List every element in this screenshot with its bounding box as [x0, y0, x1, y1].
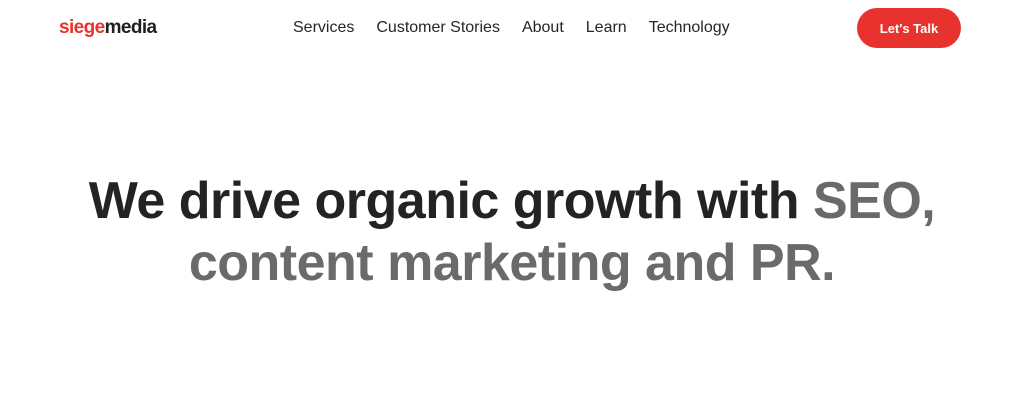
hero-headline-line2: content marketing and PR.	[188, 234, 836, 292]
nav-services[interactable]: Services	[293, 17, 354, 39]
siegemedia-logo[interactable]: siegemedia	[59, 17, 157, 39]
logo-part-siege: siege	[59, 17, 105, 38]
site-header: siegemedia Services Customer Stories Abo…	[0, 0, 1024, 56]
lets-talk-button[interactable]: Let's Talk	[857, 8, 961, 48]
nav-about[interactable]: About	[522, 17, 564, 39]
main-nav: Services Customer Stories About Learn Te…	[293, 17, 752, 39]
hero-headline-seo: SEO,	[812, 172, 936, 230]
hero-headline-dark: We drive organic growth with	[88, 172, 813, 230]
logo-part-media: media	[104, 17, 158, 38]
nav-customer-stories[interactable]: Customer Stories	[376, 17, 500, 39]
nav-learn[interactable]: Learn	[586, 17, 627, 39]
nav-technology[interactable]: Technology	[649, 17, 730, 39]
hero-headline: We drive organic growth with SEO, conten…	[0, 170, 1024, 294]
